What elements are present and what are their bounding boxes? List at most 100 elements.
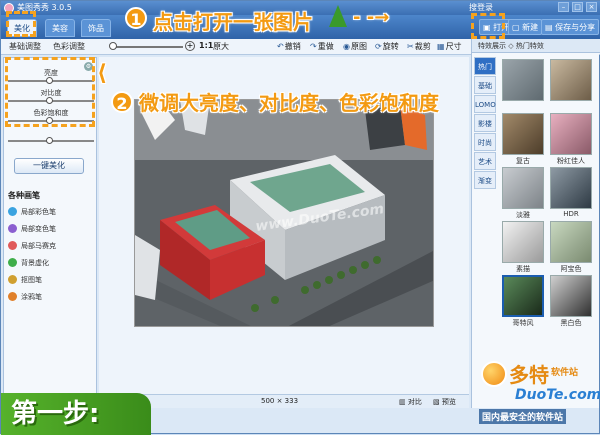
preview-button[interactable]: ▧ 预览 [433, 397, 456, 407]
effect-tab-hot[interactable]: 热门 [474, 57, 496, 75]
subtab-color[interactable]: 色彩调整 [53, 41, 85, 52]
step-banner: 第一步: [1, 393, 151, 435]
sharpness-handle[interactable] [46, 137, 53, 144]
effect-tab-basic[interactable]: 基础 [474, 76, 496, 94]
new-label: 新建 [522, 23, 539, 32]
maximize-icon[interactable]: □ [572, 2, 583, 12]
tab-accessories[interactable]: 饰品 [81, 19, 111, 37]
redo-label: 重做 [317, 42, 334, 51]
compare-button[interactable]: ▥ 对比 [399, 397, 422, 407]
watermark-slogan: 国内最安全的软件站 [479, 409, 567, 424]
site-watermark: 多特 软件站 DuoTe.com 国内最安全的软件站 [471, 353, 600, 435]
step1-arrow-icon: - -→ [353, 7, 390, 28]
preview-icon: ▧ [433, 398, 442, 406]
watermark-name: 多特 [509, 363, 549, 387]
brushes-title: 各种画笔 [8, 191, 40, 200]
original-icon: ◉ [343, 42, 350, 51]
effect-tab-art[interactable]: 艺术 [474, 152, 496, 170]
mosaic-brush-icon [8, 241, 17, 250]
effect-thumb-5[interactable] [502, 167, 544, 209]
compare-label: 对比 [407, 398, 422, 406]
photo-image [135, 100, 433, 326]
original-size-button[interactable]: 原大 [213, 41, 229, 52]
zoom-in-icon[interactable]: + [185, 41, 195, 51]
step2-instruction: 微调大亮度、对比度、色彩饱和度 [139, 91, 439, 115]
effect-thumb-8[interactable] [550, 221, 592, 263]
recolor-brush-icon [8, 224, 17, 233]
effect-tab-fashion[interactable]: 时尚 [474, 133, 496, 151]
effect-tab-gradient[interactable]: 渐变 [474, 171, 496, 189]
minimize-icon[interactable]: – [558, 2, 569, 12]
step2-number: 2 [111, 91, 133, 113]
redo-button[interactable]: ↷重做 [310, 41, 334, 52]
watermark-url: DuoTe.com [515, 387, 600, 403]
effect-label-9: 哥特风 [512, 319, 534, 327]
step1-number: 1 [125, 7, 147, 29]
effect-tab-studio[interactable]: 影楼 [474, 114, 496, 132]
rotate-button[interactable]: ⟳旋转 [375, 41, 399, 52]
login-link[interactable]: 搜登录 [469, 2, 493, 13]
effect-thumb-9[interactable] [502, 275, 544, 317]
doodle-brush-icon [8, 292, 17, 301]
new-file-icon: ▢ [512, 23, 523, 32]
photo-canvas[interactable]: www.DuoTe.com [134, 99, 434, 327]
tab-face[interactable]: 美容 [45, 19, 75, 37]
watermark-sub: 软件站 [551, 368, 579, 378]
resize-icon: ▦ [437, 42, 445, 51]
cutout-brush-icon [8, 275, 17, 284]
preview-label: 预览 [441, 398, 456, 406]
save-share-label: 保存与分享 [555, 23, 596, 32]
undo-button[interactable]: ↶撤销 [277, 41, 301, 52]
zoom-ratio[interactable]: 1:1 [199, 41, 213, 50]
effect-label-8: 阿宝色 [560, 265, 582, 273]
brush-item[interactable]: 背景虚化 [8, 256, 94, 273]
redo-icon: ↷ [310, 42, 317, 51]
brush-item[interactable]: 局部变色笔 [8, 222, 94, 239]
watermark-logo-icon [481, 361, 507, 387]
save-share-button[interactable]: ▤ 保存与分享 [541, 19, 600, 35]
effects-header: 特效展示 ◇ 热门特效 [472, 39, 600, 53]
crop-button[interactable]: ✂裁剪 [407, 41, 431, 52]
undo-label: 撤销 [284, 42, 301, 51]
original-label: 原图 [350, 42, 367, 51]
subtab-basic[interactable]: 基础调整 [9, 41, 41, 52]
save-icon: ▤ [545, 23, 556, 32]
effect-label-3: 复古 [516, 157, 530, 165]
new-button[interactable]: ▢ 新建 [508, 19, 543, 35]
effect-thumb-7[interactable] [502, 221, 544, 263]
effects-header-label: 特效展示 ◇ 热门特效 [478, 42, 544, 50]
brush-item[interactable]: 涂鸦笔 [8, 290, 94, 307]
resize-button[interactable]: ▦尺寸 [437, 41, 462, 52]
brush-label: 抠图笔 [21, 276, 42, 284]
sharpness-slider[interactable] [8, 137, 94, 144]
zoom-slider-track[interactable] [113, 46, 183, 48]
brush-item[interactable]: 局部马赛克 [8, 239, 94, 256]
brush-label: 涂鸦笔 [21, 293, 42, 301]
effect-thumb-10[interactable] [550, 275, 592, 317]
zoom-slider-handle[interactable] [109, 42, 117, 50]
brush-item[interactable]: 局部彩色笔 [8, 205, 94, 222]
rotate-icon: ⟳ [375, 42, 382, 51]
app-window: 美图秀秀 3.0.5 搜登录 – □ × 美化 美容 饰品 ▣ 打开 ▢ 新建 … [0, 0, 600, 435]
highlight-adjust-sliders [5, 57, 95, 127]
rotate-label: 旋转 [382, 42, 399, 51]
original-button[interactable]: ◉原图 [343, 41, 367, 52]
brush-item[interactable]: 抠图笔 [8, 273, 94, 290]
one-key-beautify-button[interactable]: 一键美化 [14, 158, 84, 174]
christmas-tree-icon [329, 5, 347, 27]
brush-label: 局部彩色笔 [21, 208, 56, 216]
effect-thumb-6[interactable] [550, 167, 592, 209]
effect-tab-lomo[interactable]: LOMO [474, 95, 496, 113]
effect-thumb-1[interactable] [502, 59, 544, 101]
highlight-beautify-tab [6, 11, 36, 37]
effect-label-6: HDR [563, 210, 579, 218]
close-icon[interactable]: × [586, 2, 597, 12]
effect-thumb-4[interactable] [550, 113, 592, 155]
window-controls: – □ × [558, 2, 597, 12]
image-dimensions: 500 × 333 [261, 397, 299, 405]
effect-label-10: 黑白色 [560, 319, 582, 327]
highlight-open-button [471, 13, 505, 39]
color-brush-icon [8, 207, 17, 216]
effect-thumb-3[interactable] [502, 113, 544, 155]
effect-thumb-2[interactable] [550, 59, 592, 101]
